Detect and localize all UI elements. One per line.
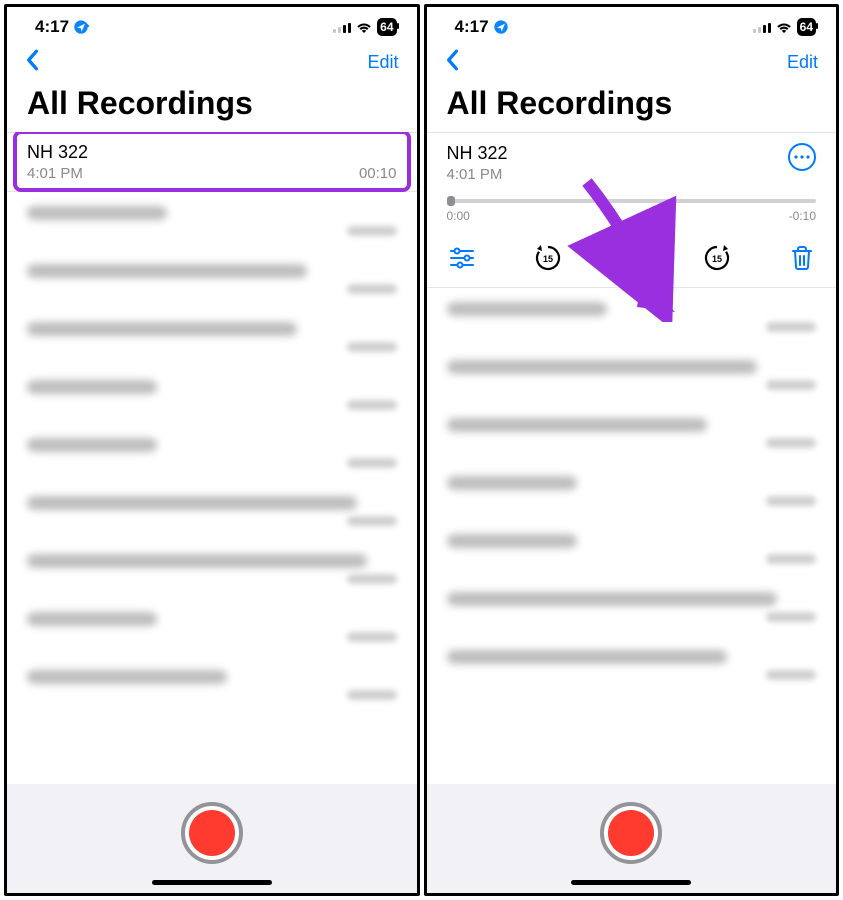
svg-text:15: 15 <box>712 254 722 264</box>
back-button[interactable] <box>445 49 459 76</box>
blurred-row <box>7 250 417 308</box>
recording-name: NH 322 <box>27 142 88 163</box>
skip-forward-15-icon: 15 <box>702 243 732 273</box>
clock: 4:17 <box>455 17 489 37</box>
battery-icon: 64 <box>797 18 816 36</box>
nav-bar: Edit <box>7 43 417 81</box>
blurred-row <box>7 308 417 366</box>
blurred-row <box>7 424 417 482</box>
sliders-icon <box>449 247 475 269</box>
page-title: All Recordings <box>7 81 417 132</box>
scrub-start: 0:00 <box>447 209 470 223</box>
edit-button[interactable]: Edit <box>787 52 818 73</box>
recording-row[interactable]: NH 322 4:01 PM 00:10 <box>7 132 417 192</box>
blurred-row <box>427 462 837 520</box>
blurred-row <box>427 520 837 578</box>
skip-forward-button[interactable]: 15 <box>702 243 732 273</box>
battery-icon: 64 <box>377 18 396 36</box>
more-options-button[interactable] <box>788 143 816 171</box>
skip-back-15-icon: 15 <box>533 243 563 273</box>
delete-button[interactable] <box>790 245 814 271</box>
blurred-row <box>7 482 417 540</box>
play-button[interactable] <box>621 244 643 272</box>
cell-signal-icon <box>753 21 771 33</box>
options-button[interactable] <box>449 247 475 269</box>
recording-list: NH 322 4:01 PM 00:10 <box>7 132 417 784</box>
player-recording-name: NH 322 <box>447 143 508 164</box>
nav-bar: Edit <box>427 43 837 81</box>
blurred-row <box>427 636 837 694</box>
recording-list <box>427 288 837 784</box>
record-footer <box>7 784 417 893</box>
record-button[interactable] <box>181 802 243 864</box>
blurred-row <box>427 288 837 346</box>
player-recording-time: 4:01 PM <box>447 166 508 183</box>
home-indicator <box>152 880 272 885</box>
cell-signal-icon <box>333 21 351 33</box>
blurred-row <box>7 366 417 424</box>
recording-time: 4:01 PM <box>27 165 83 182</box>
status-bar: 4:17 64 <box>7 7 417 43</box>
blurred-row <box>427 346 837 404</box>
wifi-icon <box>775 20 793 34</box>
ellipsis-icon <box>794 155 810 159</box>
chevron-left-icon <box>445 49 459 71</box>
recording-duration: 00:10 <box>359 165 397 182</box>
scrubber[interactable] <box>447 199 817 203</box>
status-bar: 4:17 64 <box>427 7 837 43</box>
phone-left: 4:17 64 Edit All Recordings NH 322 4:01 … <box>4 4 420 896</box>
location-icon <box>493 19 509 35</box>
location-icon <box>73 19 89 35</box>
phone-right: 4:17 64 Edit All Recordings NH 322 4:01 … <box>424 4 840 896</box>
blurred-row <box>427 404 837 462</box>
record-footer <box>427 784 837 893</box>
svg-text:15: 15 <box>543 254 553 264</box>
blurred-row <box>7 192 417 250</box>
blurred-row <box>7 540 417 598</box>
skip-back-button[interactable]: 15 <box>533 243 563 273</box>
trash-icon <box>790 245 814 271</box>
chevron-left-icon <box>25 49 39 71</box>
clock: 4:17 <box>35 17 69 37</box>
player-panel: NH 322 4:01 PM 0:00 -0:10 <box>427 132 837 288</box>
page-title: All Recordings <box>427 81 837 132</box>
home-indicator <box>571 880 691 885</box>
edit-button[interactable]: Edit <box>367 52 398 73</box>
blurred-row <box>7 598 417 656</box>
record-button[interactable] <box>600 802 662 864</box>
scrub-end: -0:10 <box>789 209 816 223</box>
back-button[interactable] <box>25 49 39 76</box>
wifi-icon <box>355 20 373 34</box>
play-icon <box>621 244 643 272</box>
blurred-row <box>7 656 417 714</box>
blurred-row <box>427 578 837 636</box>
